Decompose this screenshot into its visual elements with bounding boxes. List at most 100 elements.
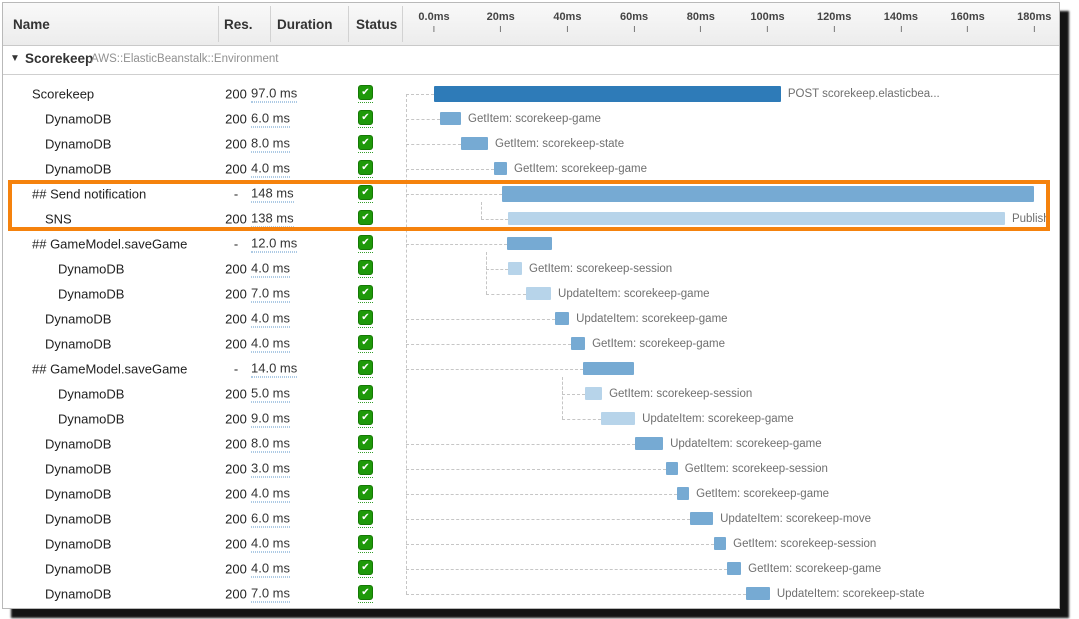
trace-row[interactable]: DynamoDB 200 4.0 ms ✔ GetItem: scorekeep…	[3, 331, 1059, 356]
status-ok-icon[interactable]: ✔	[358, 510, 373, 528]
status-ok-icon[interactable]: ✔	[358, 260, 373, 278]
timeline-bar[interactable]	[507, 237, 552, 250]
trace-row[interactable]: DynamoDB 200 8.0 ms ✔ UpdateItem: scorek…	[3, 431, 1059, 456]
status-ok-icon[interactable]: ✔	[358, 85, 373, 103]
timeline-bar[interactable]	[494, 162, 507, 175]
timeline-bar[interactable]	[526, 287, 551, 300]
status-ok-icon[interactable]: ✔	[358, 285, 373, 303]
trace-row[interactable]: DynamoDB 200 4.0 ms ✔ GetItem: scorekeep…	[3, 256, 1059, 281]
trace-row[interactable]: DynamoDB 200 7.0 ms ✔ UpdateItem: scorek…	[3, 581, 1059, 606]
timeline-bar[interactable]	[461, 137, 488, 150]
duration-link[interactable]: 8.0 ms	[251, 135, 290, 152]
duration-link[interactable]: 7.0 ms	[251, 285, 290, 302]
timeline-bar[interactable]	[440, 112, 461, 125]
timeline-bar[interactable]	[746, 587, 770, 600]
timeline-bar[interactable]	[502, 186, 1034, 202]
duration-link[interactable]: 6.0 ms	[251, 510, 290, 527]
status-ok-icon[interactable]: ✔	[358, 360, 373, 378]
timeline-bar[interactable]	[508, 212, 1005, 225]
trace-row[interactable]: DynamoDB 200 4.0 ms ✔ GetItem: scorekeep…	[3, 531, 1059, 556]
duration-link[interactable]: 9.0 ms	[251, 410, 290, 427]
status-ok-icon[interactable]: ✔	[358, 210, 373, 228]
timeline-bar[interactable]	[571, 337, 585, 350]
timeline-bar[interactable]	[555, 312, 569, 325]
duration-link[interactable]: 14.0 ms	[251, 360, 297, 377]
duration-link[interactable]: 4.0 ms	[251, 485, 290, 502]
group-header-row[interactable]: ▼ Scorekeep AWS::ElasticBeanstalk::Envir…	[3, 46, 1059, 75]
duration-link[interactable]: 8.0 ms	[251, 435, 290, 452]
status-ok-icon[interactable]: ✔	[358, 435, 373, 453]
ruler-tick: 180ms	[1017, 12, 1051, 32]
timeline-bar[interactable]	[635, 437, 663, 450]
trace-row[interactable]: ## GameModel.saveGame - 14.0 ms ✔	[3, 356, 1059, 381]
duration-link[interactable]: 3.0 ms	[251, 460, 290, 477]
bar-label: GetItem: scorekeep-game	[748, 563, 881, 575]
trace-row[interactable]: DynamoDB 200 6.0 ms ✔ GetItem: scorekeep…	[3, 106, 1059, 131]
duration-link[interactable]: 4.0 ms	[251, 260, 290, 277]
status-ok-icon[interactable]: ✔	[358, 385, 373, 403]
ruler-tick: 40ms	[553, 12, 581, 32]
bar-label: UpdateItem: scorekeep-game	[576, 313, 728, 325]
timeline-bar[interactable]	[434, 86, 781, 102]
duration-link[interactable]: 4.0 ms	[251, 335, 290, 352]
status-ok-icon[interactable]: ✔	[358, 160, 373, 178]
segment-name: DynamoDB	[45, 336, 111, 351]
trace-timeline-panel: Name Res. Duration Status 0.0ms20ms40ms6…	[2, 2, 1060, 609]
timeline-bar[interactable]	[714, 537, 726, 550]
duration-link[interactable]: 7.0 ms	[251, 585, 290, 602]
duration-link[interactable]: 4.0 ms	[251, 560, 290, 577]
status-ok-icon[interactable]: ✔	[358, 410, 373, 428]
trace-row[interactable]: ## GameModel.saveGame - 12.0 ms ✔	[3, 231, 1059, 256]
timeline-bar[interactable]	[508, 262, 522, 275]
bar-label: GetItem: scorekeep-session	[529, 263, 672, 275]
collapse-triangle-icon[interactable]: ▼	[10, 53, 20, 64]
duration-link[interactable]: 4.0 ms	[251, 160, 290, 177]
trace-row[interactable]: DynamoDB 200 5.0 ms ✔ GetItem: scorekeep…	[3, 381, 1059, 406]
ruler-tick: 160ms	[950, 12, 984, 32]
trace-row[interactable]: DynamoDB 200 6.0 ms ✔ UpdateItem: scorek…	[3, 506, 1059, 531]
duration-link[interactable]: 148 ms	[251, 185, 294, 202]
timeline-bar[interactable]	[585, 387, 602, 400]
duration-link[interactable]: 97.0 ms	[251, 85, 297, 102]
status-ok-icon[interactable]: ✔	[358, 235, 373, 253]
segment-name: DynamoDB	[58, 286, 124, 301]
status-ok-icon[interactable]: ✔	[358, 135, 373, 153]
trace-row[interactable]: DynamoDB 200 4.0 ms ✔ UpdateItem: scorek…	[3, 306, 1059, 331]
segment-name: ## GameModel.saveGame	[32, 236, 187, 251]
duration-link[interactable]: 5.0 ms	[251, 385, 290, 402]
duration-link[interactable]: 6.0 ms	[251, 110, 290, 127]
timeline-bar[interactable]	[583, 362, 634, 375]
trace-row[interactable]: ## Send notification - 148 ms ✔	[3, 181, 1059, 206]
bar-label: GetItem: scorekeep-session	[733, 538, 876, 550]
trace-row[interactable]: SNS 200 138 ms ✔ Publish	[3, 206, 1059, 231]
status-ok-icon[interactable]: ✔	[358, 585, 373, 603]
duration-link[interactable]: 4.0 ms	[251, 310, 290, 327]
bar-label: UpdateItem: scorekeep-game	[558, 288, 710, 300]
timeline-bar[interactable]	[666, 462, 678, 475]
trace-row[interactable]: DynamoDB 200 7.0 ms ✔ UpdateItem: scorek…	[3, 281, 1059, 306]
status-ok-icon[interactable]: ✔	[358, 335, 373, 353]
status-ok-icon[interactable]: ✔	[358, 535, 373, 553]
trace-row[interactable]: DynamoDB 200 3.0 ms ✔ GetItem: scorekeep…	[3, 456, 1059, 481]
duration-link[interactable]: 12.0 ms	[251, 235, 297, 252]
status-ok-icon[interactable]: ✔	[358, 310, 373, 328]
segment-name: DynamoDB	[58, 386, 124, 401]
timeline-bar[interactable]	[677, 487, 689, 500]
status-ok-icon[interactable]: ✔	[358, 460, 373, 478]
trace-row[interactable]: DynamoDB 200 9.0 ms ✔ UpdateItem: scorek…	[3, 406, 1059, 431]
trace-row[interactable]: DynamoDB 200 8.0 ms ✔ GetItem: scorekeep…	[3, 131, 1059, 156]
status-ok-icon[interactable]: ✔	[358, 185, 373, 203]
status-ok-icon[interactable]: ✔	[358, 485, 373, 503]
timeline-bar[interactable]	[601, 412, 635, 425]
trace-row[interactable]: DynamoDB 200 4.0 ms ✔ GetItem: scorekeep…	[3, 156, 1059, 181]
status-ok-icon[interactable]: ✔	[358, 110, 373, 128]
status-ok-icon[interactable]: ✔	[358, 560, 373, 578]
trace-row[interactable]: DynamoDB 200 4.0 ms ✔ GetItem: scorekeep…	[3, 481, 1059, 506]
timeline-bar[interactable]	[727, 562, 741, 575]
bar-label: GetItem: scorekeep-game	[514, 163, 647, 175]
duration-link[interactable]: 138 ms	[251, 210, 294, 227]
trace-row[interactable]: DynamoDB 200 4.0 ms ✔ GetItem: scorekeep…	[3, 556, 1059, 581]
duration-link[interactable]: 4.0 ms	[251, 535, 290, 552]
trace-row[interactable]: Scorekeep 200 97.0 ms ✔ POST scorekeep.e…	[3, 81, 1059, 106]
timeline-bar[interactable]	[690, 512, 713, 525]
